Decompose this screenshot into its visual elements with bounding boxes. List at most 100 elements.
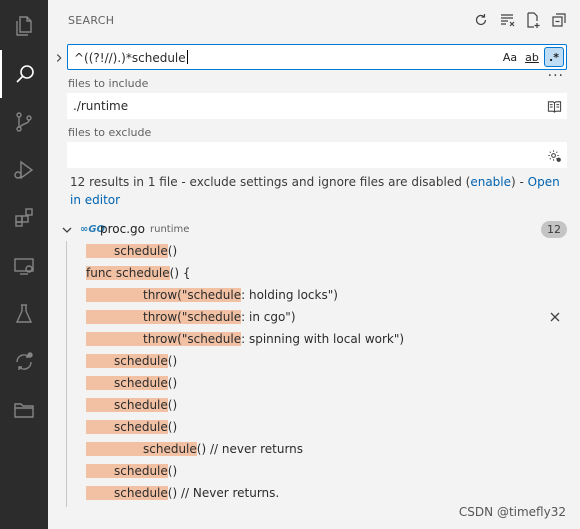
match-highlight: throw("schedule (86, 332, 242, 346)
extensions-icon[interactable] (0, 194, 48, 242)
exclude-label: files to exclude (68, 126, 152, 139)
match-term: schedule (114, 464, 168, 478)
clear-results-icon[interactable] (498, 11, 516, 29)
match-term: schedule (143, 442, 197, 456)
live-share-icon[interactable] (0, 338, 48, 386)
search-options: Aa ab .* (500, 47, 564, 67)
match-line: schedule() (86, 354, 177, 368)
refresh-icon[interactable] (472, 11, 490, 29)
run-debug-icon[interactable] (0, 146, 48, 194)
exclude-settings-gear-icon[interactable] (545, 146, 563, 164)
remote-explorer-icon[interactable] (0, 242, 48, 290)
match-highlight: schedule (86, 464, 168, 478)
match-suffix: () // Never returns. (167, 486, 280, 500)
match-row[interactable]: throw("schedule: spinning with local wor… (48, 328, 580, 350)
match-highlight: func schedule (86, 266, 170, 280)
files-to-include-input[interactable]: ./runtime (67, 93, 567, 119)
match-prefix: throw(" (143, 310, 188, 324)
match-row[interactable]: schedule() (48, 416, 580, 438)
regex-toggle[interactable]: .* (544, 47, 564, 67)
match-case-toggle[interactable]: Aa (500, 47, 520, 67)
match-suffix: () { (169, 266, 191, 280)
match-row[interactable]: throw("schedule: in cgo") (48, 306, 580, 328)
match-suffix: : in cgo") (241, 310, 296, 324)
match-row[interactable]: schedule() (48, 394, 580, 416)
match-suffix: : holding locks") (241, 288, 338, 302)
match-line: schedule() (86, 420, 177, 434)
match-suffix: () (167, 354, 178, 368)
open-editors-book-icon[interactable] (545, 97, 563, 115)
search-icon[interactable] (0, 50, 48, 98)
match-line: schedule() // Never returns. (86, 486, 279, 500)
match-suffix: () (167, 420, 178, 434)
toggle-replace-chevron-icon[interactable] (52, 51, 66, 65)
match-term: schedule (187, 332, 242, 346)
chevron-down-icon[interactable] (60, 223, 74, 237)
match-suffix: : spinning with local work") (241, 332, 405, 346)
match-highlight: throw("schedule (86, 310, 242, 324)
match-term: schedule (114, 420, 168, 434)
enable-link[interactable]: enable (470, 175, 511, 189)
search-input[interactable]: ^((?!//).)*schedule Aa ab .* (67, 44, 567, 70)
match-term: schedule (114, 398, 168, 412)
view-title: SEARCH (68, 14, 115, 27)
files-to-exclude-input[interactable] (67, 142, 567, 168)
whole-word-toggle[interactable]: ab (522, 47, 542, 67)
include-label: files to include (68, 77, 149, 90)
match-row[interactable]: func schedule() { (48, 262, 580, 284)
match-suffix: () (167, 464, 178, 478)
search-view: SEARCH ^((?!//).)*schedule Aa ab .* ··· … (48, 0, 580, 529)
match-suffix: () // never returns (196, 442, 304, 456)
match-highlight: schedule (86, 376, 168, 390)
toggle-search-details-button[interactable]: ··· (548, 68, 564, 84)
match-row[interactable]: schedule() (48, 460, 580, 482)
match-line: schedule() (86, 464, 177, 478)
match-term: schedule (114, 244, 168, 258)
file-directory: runtime (150, 224, 190, 235)
files-to-include-value[interactable]: ./runtime (73, 99, 128, 113)
match-line: throw("schedule: holding locks") (86, 288, 338, 302)
match-term: schedule (114, 486, 168, 500)
search-input-value[interactable]: ^((?!//).)*schedule (74, 50, 188, 65)
match-row[interactable]: schedule() (48, 350, 580, 372)
match-highlight: schedule (86, 420, 168, 434)
source-control-icon[interactable] (0, 98, 48, 146)
match-line: throw("schedule: spinning with local wor… (86, 332, 404, 346)
view-title-actions (472, 11, 568, 29)
match-row[interactable]: throw("schedule: holding locks") (48, 284, 580, 306)
match-prefix: throw(" (143, 288, 188, 302)
collapse-all-icon[interactable] (550, 11, 568, 29)
match-term: schedule (115, 266, 170, 280)
match-suffix: () (167, 376, 178, 390)
match-line: schedule() // never returns (86, 442, 303, 456)
match-line: schedule() (86, 398, 177, 412)
match-prefix: throw(" (143, 332, 188, 346)
match-highlight: schedule (86, 354, 168, 368)
dismiss-match-close-icon[interactable] (548, 310, 562, 324)
result-file-row[interactable]: ∞GO proc.go runtime 12 (48, 220, 580, 240)
match-row[interactable]: schedule() (48, 372, 580, 394)
match-term: schedule (187, 288, 242, 302)
match-highlight: schedule (86, 244, 168, 258)
match-line: throw("schedule: in cgo") (86, 310, 296, 324)
match-line: schedule() (86, 376, 177, 390)
activity-bar (0, 0, 48, 529)
match-row[interactable]: schedule() // Never returns. (48, 482, 580, 504)
match-count-badge: 12 (541, 221, 567, 238)
testing-flask-icon[interactable] (0, 290, 48, 338)
match-row[interactable]: schedule() // never returns (48, 438, 580, 460)
match-highlight: schedule (86, 398, 168, 412)
file-name: proc.go (100, 222, 145, 236)
new-search-editor-icon[interactable] (524, 11, 542, 29)
match-prefix: func (86, 266, 116, 280)
watermark: CSDN @timefly32 (458, 505, 566, 519)
match-line: func schedule() { (86, 266, 190, 280)
folder-icon[interactable] (0, 386, 48, 434)
match-term: schedule (114, 376, 168, 390)
explorer-files-icon[interactable] (0, 2, 48, 50)
match-suffix: () (167, 244, 178, 258)
match-suffix: () (167, 398, 178, 412)
match-row[interactable]: schedule() (48, 240, 580, 262)
results-summary: 12 results in 1 file - exclude settings … (70, 175, 560, 207)
match-highlight: schedule (86, 442, 197, 456)
